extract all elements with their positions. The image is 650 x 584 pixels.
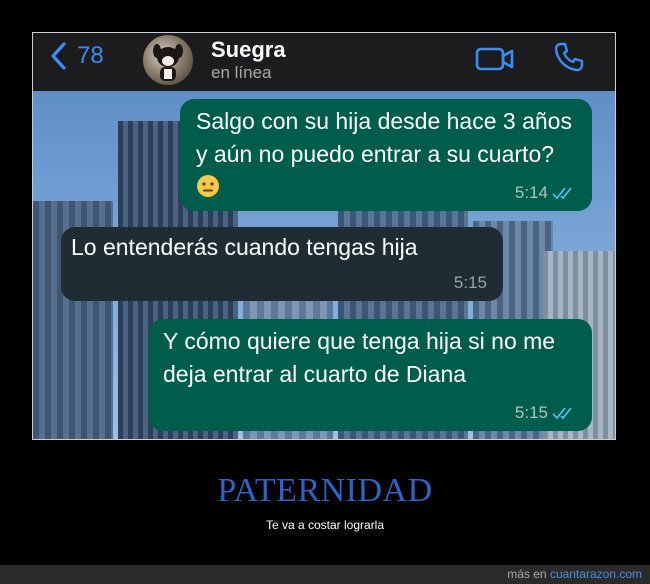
- caption-subtitle: Te va a costar lograrla: [265, 518, 385, 532]
- unread-count: 78: [77, 42, 104, 69]
- dog-avatar-icon: [153, 44, 183, 81]
- contact-name[interactable]: Suegra: [211, 37, 286, 63]
- message-meta: 5:15: [454, 271, 487, 295]
- message-time: 5:15: [514, 402, 548, 422]
- caption-title: PATERNIDAD: [217, 472, 433, 509]
- chat-area[interactable]: Salgo con su hija desde hace 3 años y aú…: [33, 91, 615, 439]
- phone-call-icon[interactable]: [553, 41, 585, 73]
- chat-screenshot: 78 Suegra en línea Salgo con su hija des…: [32, 32, 616, 440]
- message-meta: 5:14: [515, 181, 576, 205]
- message-bubble-incoming[interactable]: Lo entenderás cuando tengas hija 5:15: [61, 227, 503, 301]
- back-button[interactable]: 78: [49, 41, 104, 71]
- footer-prefix: más en: [507, 567, 547, 581]
- double-check-read-icon: [552, 407, 572, 420]
- message-meta: 5:15: [515, 401, 576, 425]
- double-check-read-icon: [552, 187, 572, 200]
- footer-bar: más en cuantarazon.com: [0, 565, 650, 584]
- neutral-face-emoji-icon: [197, 175, 219, 198]
- avatar[interactable]: [143, 35, 193, 85]
- video-call-icon[interactable]: [475, 45, 515, 73]
- message-text: Y cómo quiere que tenga hija si no me de…: [163, 328, 556, 388]
- footer-text: más en cuantarazon.com: [507, 567, 642, 581]
- chevron-left-icon: [51, 42, 66, 70]
- message-bubble-outgoing[interactable]: Y cómo quiere que tenga hija si no me de…: [149, 319, 592, 431]
- message-time: 5:15: [453, 272, 487, 292]
- message-text: Lo entenderás cuando tengas hija: [71, 234, 418, 260]
- footer-site-link[interactable]: cuantarazon.com: [550, 567, 642, 581]
- message-bubble-outgoing[interactable]: Salgo con su hija desde hace 3 años y aú…: [180, 99, 592, 211]
- chat-header: 78 Suegra en línea: [33, 33, 615, 91]
- message-time: 5:14: [514, 182, 548, 202]
- contact-status: en línea: [211, 63, 272, 82]
